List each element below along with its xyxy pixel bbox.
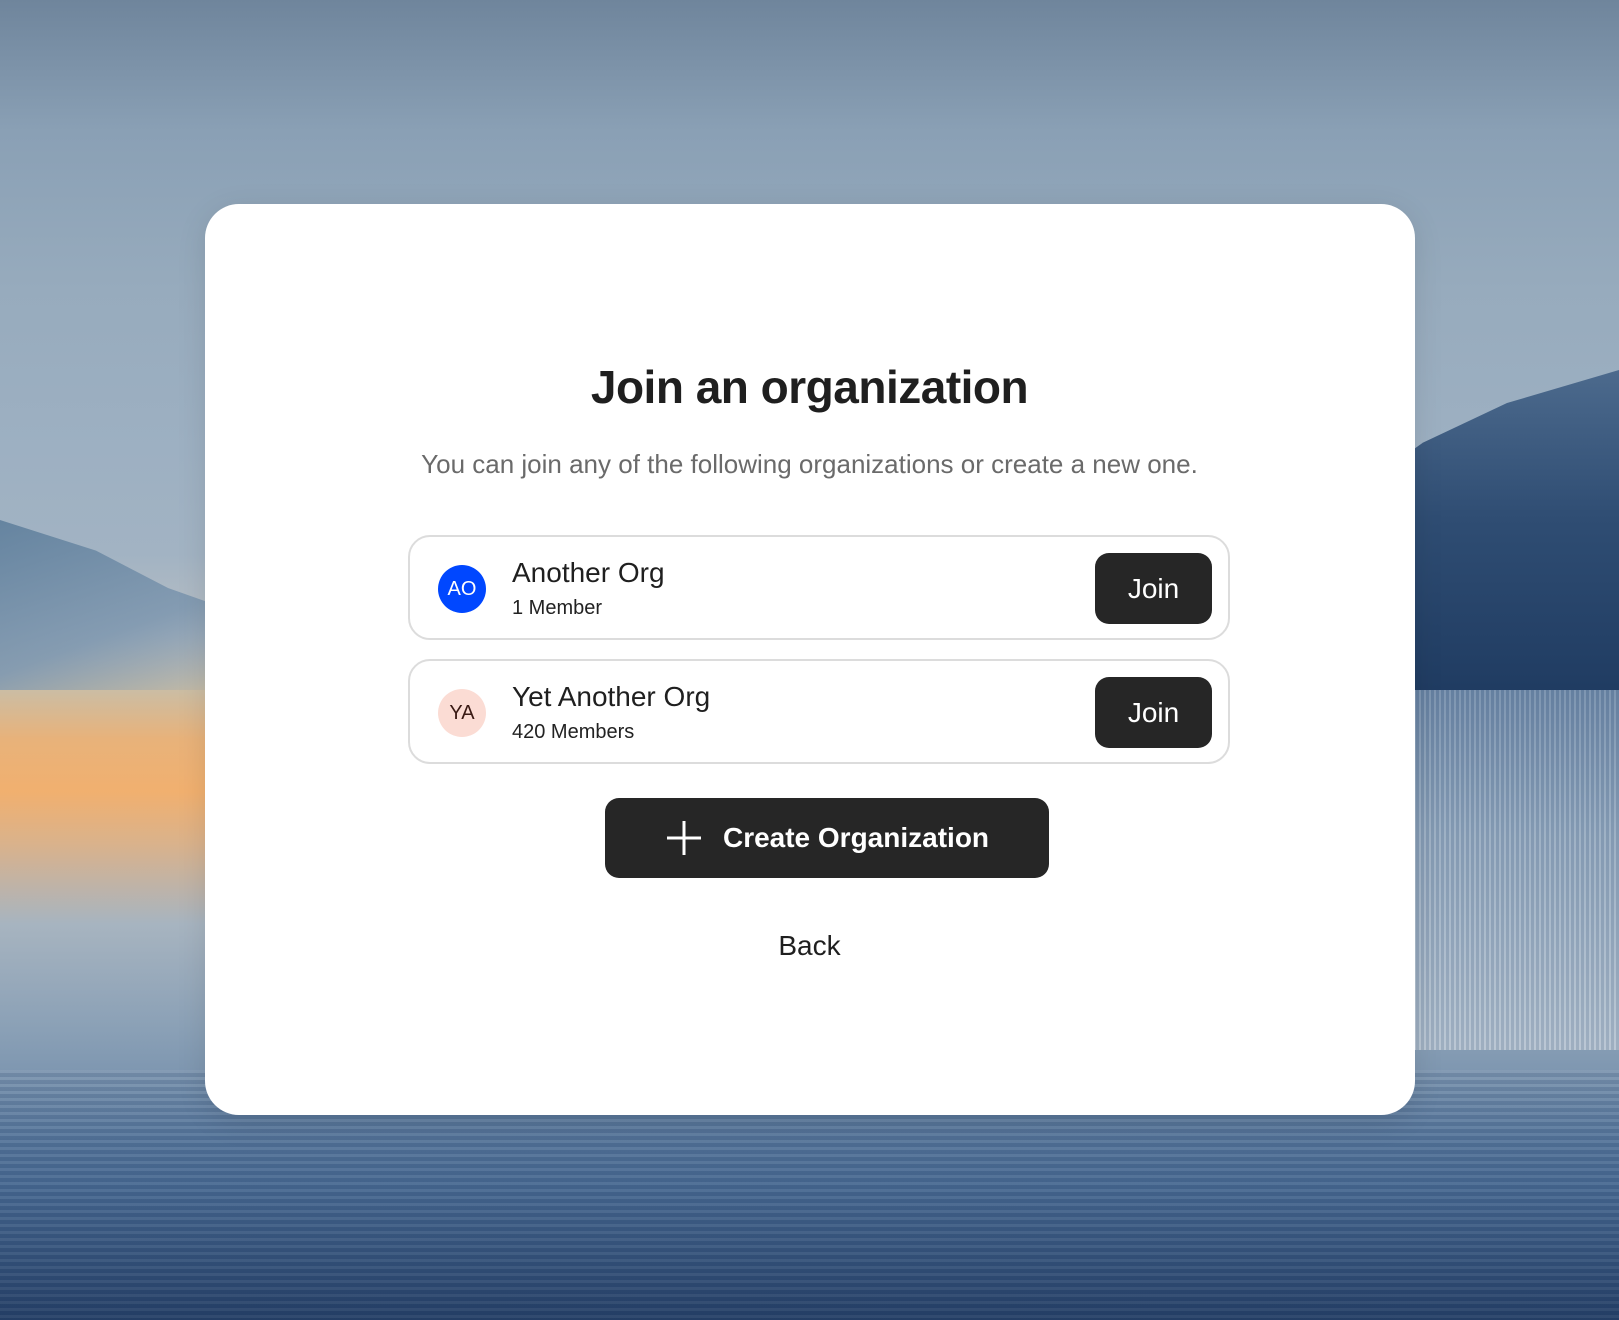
organization-member-count: 420 Members <box>512 721 635 743</box>
join-button-yet-another-org[interactable]: Join <box>1095 677 1212 748</box>
avatar: YA <box>438 689 486 737</box>
background-mountain-left <box>0 520 240 690</box>
organization-name: Another Org <box>512 557 665 588</box>
back-button[interactable]: Back <box>750 930 870 962</box>
page-subtitle: You can join any of the following organi… <box>421 449 1198 479</box>
organization-row-another-org: AO Another Org 1 Member Join <box>408 535 1230 640</box>
create-organization-label: Create Organization <box>722 822 990 853</box>
organization-row-yet-another-org: YA Yet Another Org 420 Members Join <box>408 659 1230 764</box>
avatar: AO <box>438 565 486 613</box>
organization-name: Yet Another Org <box>512 681 711 712</box>
plus-icon <box>666 821 701 855</box>
organization-member-count: 1 Member <box>512 597 603 619</box>
create-organization-button[interactable]: Create Organization <box>605 798 1049 878</box>
page-title: Join an organization <box>590 361 1029 413</box>
join-button-another-org[interactable]: Join <box>1095 553 1212 624</box>
